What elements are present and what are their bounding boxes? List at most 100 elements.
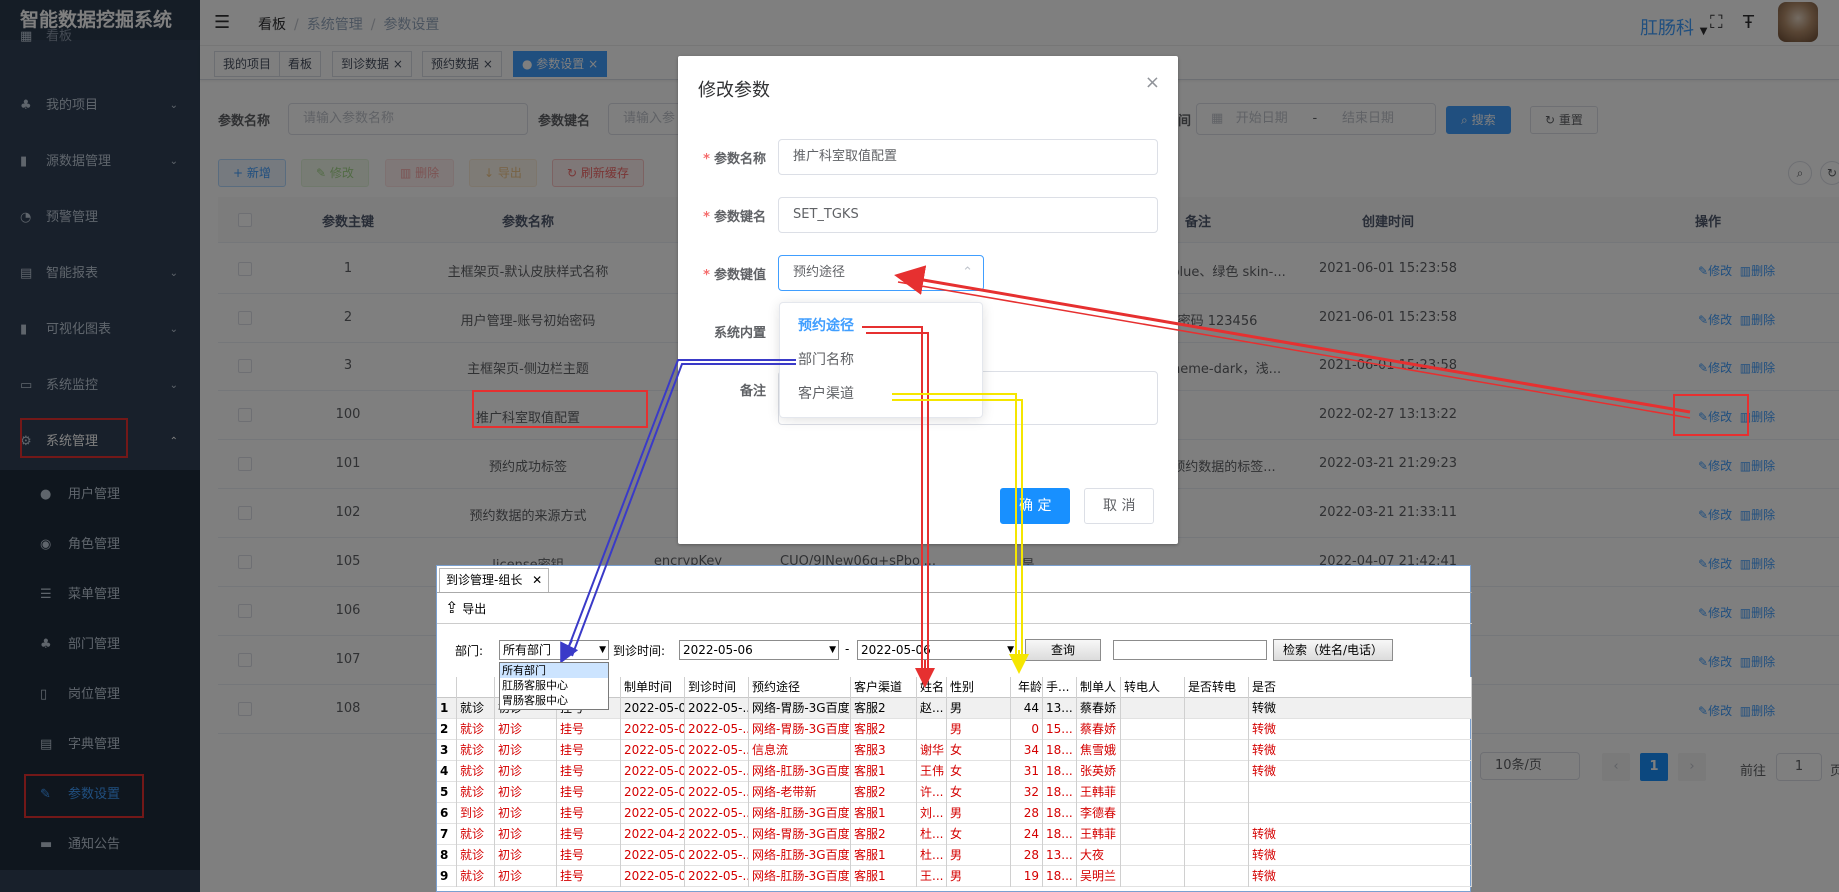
grid-cell: 蔡春娇 — [1077, 719, 1121, 740]
grid-header-cell[interactable]: 转电人 — [1121, 677, 1185, 698]
dept-option[interactable]: 所有部门 — [500, 663, 608, 678]
required-mark: * — [703, 152, 710, 167]
grid-cell: 初诊 — [495, 866, 557, 887]
grid-cell: 18... — [1043, 866, 1077, 887]
grid-cell: 挂号 — [557, 719, 621, 740]
grid-cell: 2022-05-0... — [621, 719, 685, 740]
grid-cell: 到诊 — [457, 803, 495, 824]
query-button[interactable]: 查询 — [1025, 639, 1101, 661]
grid-cell: 8 — [437, 845, 457, 866]
grid-cell: 18... — [1043, 740, 1077, 761]
grid-cell: 2022-05-0... — [621, 740, 685, 761]
grid-header-cell[interactable]: 性别 — [947, 677, 1011, 698]
grid-cell: 客服1 — [851, 866, 917, 887]
grid-cell: 挂号 — [557, 782, 621, 803]
close-icon[interactable]: × — [1145, 72, 1160, 93]
grid-cell: 24 — [1011, 824, 1043, 845]
dept-option[interactable]: 肛肠客服中心 — [500, 678, 608, 693]
option-department-name[interactable]: 部门名称 — [780, 343, 984, 377]
grid-cell — [1185, 740, 1249, 761]
grid-header-cell[interactable] — [457, 677, 495, 698]
grid-cell — [1249, 803, 1472, 824]
confirm-button[interactable]: 确 定 — [1000, 488, 1071, 524]
grid-header-cell[interactable]: 姓名 — [917, 677, 947, 698]
grid-row[interactable]: 2就诊初诊挂号2022-05-0...2022-05-...网络-胃肠-3G百度… — [437, 719, 1472, 740]
grid-cell — [1185, 782, 1249, 803]
grid-header-cell[interactable]: 年龄 — [1011, 677, 1043, 698]
desktop-app-window: 到诊管理-组长 ✕ ⇪ 导出 部门: 所有部门 ▼ 到诊时间: 2022-05-0… — [436, 565, 1472, 892]
grid-cell — [1185, 761, 1249, 782]
grid-cell: 张英娇 — [1077, 761, 1121, 782]
grid-cell: 2022-05-... — [685, 803, 749, 824]
grid-cell: 19 — [1011, 866, 1043, 887]
param-value-select[interactable]: 预约途径 ⌃ — [778, 255, 984, 291]
grid-cell: 1 — [437, 698, 457, 719]
grid-cell: 网络-肛肠-3G百度 — [749, 761, 851, 782]
grid-cell: 2022-05-... — [685, 761, 749, 782]
option-appointment-channel[interactable]: 预约途径 — [780, 309, 984, 343]
grid-cell — [1185, 803, 1249, 824]
window-tab[interactable]: 到诊管理-组长 ✕ — [439, 568, 549, 592]
grid-cell: 15... — [1043, 719, 1077, 740]
grid-header-cell[interactable]: 预约途径 — [749, 677, 851, 698]
grid-cell: 4 — [437, 761, 457, 782]
grid-row[interactable]: 6到诊初诊挂号2022-05-0...2022-05-...网络-肛肠-3G百度… — [437, 803, 1472, 824]
field-label-builtin: 系统内置 — [713, 326, 766, 341]
grid-header-cell[interactable]: 制单时间 — [621, 677, 685, 698]
grid-cell: 客服2 — [851, 719, 917, 740]
grid-cell: 网络-肛肠-3G百度 — [749, 803, 851, 824]
grid-cell — [1249, 782, 1472, 803]
grid-cell: 男 — [947, 866, 1011, 887]
cancel-button[interactable]: 取 消 — [1084, 488, 1155, 524]
field-label-value: * 参数键值 — [678, 264, 766, 283]
grid-cell — [1121, 824, 1185, 845]
grid-cell: 男 — [947, 719, 1011, 740]
grid-cell: 网络-胃肠-3G百度 — [749, 698, 851, 719]
grid-row[interactable]: 3就诊初诊挂号2022-05-0...2022-05-...信息流客服3谢华女3… — [437, 740, 1472, 761]
field-label-text: 参数名称 — [713, 152, 766, 167]
grid-cell: 初诊 — [495, 824, 557, 845]
param-key-field[interactable]: SET_TGKS — [778, 197, 1158, 233]
dept-option[interactable]: 胃肠客服中心 — [500, 693, 608, 708]
grid-cell: 焦雪娥 — [1077, 740, 1121, 761]
grid-header-cell[interactable]: 到诊时间 — [685, 677, 749, 698]
grid-cell: 网络-肛肠-3G百度 — [749, 866, 851, 887]
date-to-picker[interactable]: 2022-05-06 ▼ — [857, 640, 1017, 660]
grid-header-cell[interactable] — [437, 677, 457, 698]
close-icon[interactable]: ✕ — [532, 573, 542, 587]
option-customer-channel[interactable]: 客户渠道 — [780, 377, 984, 411]
date-from-value: 2022-05-06 — [683, 643, 753, 657]
grid-cell: 初诊 — [495, 803, 557, 824]
date-to-value: 2022-05-06 — [861, 643, 931, 657]
keyword-input[interactable] — [1113, 640, 1267, 660]
date-from-picker[interactable]: 2022-05-06 ▼ — [679, 640, 839, 660]
grid-cell: 客服1 — [851, 845, 917, 866]
grid-cell: 大夜 — [1077, 845, 1121, 866]
field-label-text: 参数键名 — [713, 210, 766, 225]
grid-header-cell[interactable]: 制单人 — [1077, 677, 1121, 698]
param-value-dropdown: 预约途径 部门名称 客户渠道 — [779, 302, 983, 418]
grid-row[interactable]: 9就诊初诊挂号2022-05-0...2022-05-...网络-肛肠-3G百度… — [437, 866, 1472, 887]
grid-header-cell[interactable]: 是否 — [1249, 677, 1472, 698]
grid-row[interactable]: 8就诊初诊挂号2022-05-0...2022-05-...网络-肛肠-3G百度… — [437, 845, 1472, 866]
grid-cell: 0 — [1011, 719, 1043, 740]
grid-row[interactable]: 4就诊初诊挂号2022-05-0...2022-05-...网络-肛肠-3G百度… — [437, 761, 1472, 782]
grid-cell: 2022-05-... — [685, 782, 749, 803]
search-name-phone-button[interactable]: 检索（姓名/电话） — [1273, 639, 1393, 661]
grid-header-cell[interactable]: 客户渠道 — [851, 677, 917, 698]
dept-select[interactable]: 所有部门 ▼ — [499, 640, 609, 660]
grid-cell: 吴明兰 — [1077, 866, 1121, 887]
annotation-box-row-name — [472, 390, 648, 428]
grid-cell: 7 — [437, 824, 457, 845]
grid-header-cell[interactable]: 手... — [1043, 677, 1077, 698]
grid-cell: 男 — [947, 803, 1011, 824]
grid-cell: 2022-05-0... — [621, 698, 685, 719]
grid-cell: 2022-05-... — [685, 719, 749, 740]
param-name-field[interactable]: 推广科室取值配置 — [778, 139, 1158, 175]
grid-row[interactable]: 7就诊初诊挂号2022-04-2...2022-05-...网络-胃肠-3G百度… — [437, 824, 1472, 845]
grid-cell: 许... — [917, 782, 947, 803]
grid-cell: 31 — [1011, 761, 1043, 782]
grid-row[interactable]: 5就诊初诊挂号2022-05-0...2022-05-...网络-老带新客服2许… — [437, 782, 1472, 803]
export-tool[interactable]: ⇪ 导出 — [445, 598, 486, 617]
grid-header-cell[interactable]: 是否转电 — [1185, 677, 1249, 698]
